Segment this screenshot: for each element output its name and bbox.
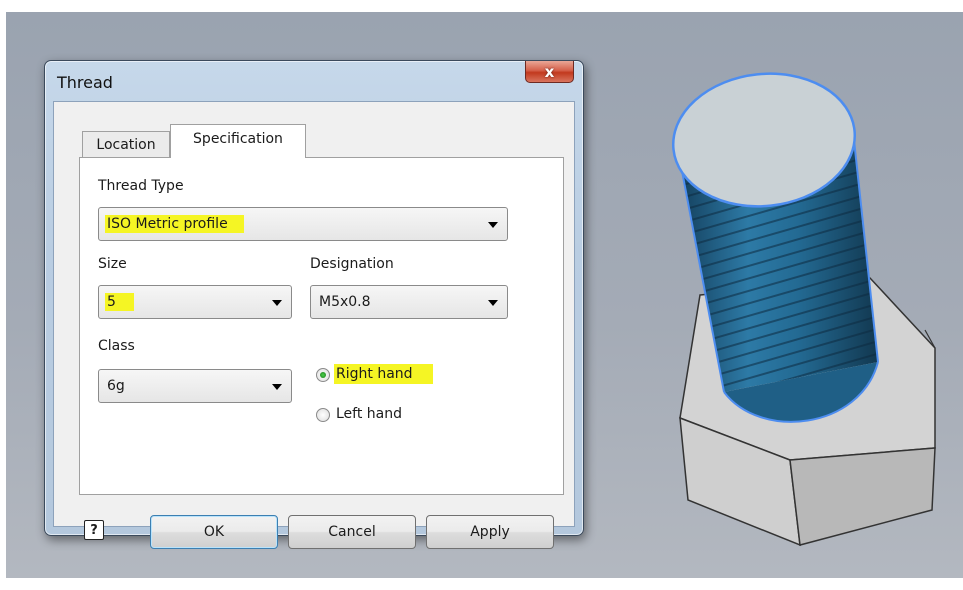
size-value: 5 xyxy=(105,293,134,311)
chevron-down-icon xyxy=(272,300,282,306)
specification-panel: Thread Type ISO Metric profile Size 5 De… xyxy=(79,157,564,495)
left-hand-radio[interactable] xyxy=(316,408,330,422)
help-button[interactable]: ? xyxy=(84,520,104,540)
dialog-client-area: Location Specification Thread Type ISO M… xyxy=(53,101,575,549)
close-button[interactable]: x xyxy=(525,61,574,83)
designation-value: M5x0.8 xyxy=(319,294,371,310)
chevron-down-icon xyxy=(488,300,498,306)
thread-type-label: Thread Type xyxy=(98,178,184,194)
left-hand-label[interactable]: Left hand xyxy=(336,406,402,422)
class-value: 6g xyxy=(107,378,125,394)
ok-button[interactable]: OK xyxy=(150,515,278,549)
cancel-button[interactable]: Cancel xyxy=(288,515,416,549)
tab-specification[interactable]: Specification xyxy=(170,124,306,158)
hex-head-side-front xyxy=(789,447,936,546)
dialog-title: Thread xyxy=(57,73,113,92)
tab-location[interactable]: Location xyxy=(82,131,170,157)
apply-button[interactable]: Apply xyxy=(426,515,554,549)
thread-type-value: ISO Metric profile xyxy=(105,215,244,233)
thread-type-select[interactable]: ISO Metric profile xyxy=(98,207,508,241)
right-hand-label[interactable]: Right hand xyxy=(334,364,433,384)
size-label: Size xyxy=(98,256,127,272)
designation-label: Designation xyxy=(310,256,394,272)
class-label: Class xyxy=(98,338,135,354)
size-select[interactable]: 5 xyxy=(98,285,292,319)
thread-dialog: Thread x Location Specification Thread T… xyxy=(44,60,584,549)
chevron-down-icon xyxy=(272,384,282,390)
chevron-down-icon xyxy=(488,222,498,228)
designation-select[interactable]: M5x0.8 xyxy=(310,285,508,319)
right-hand-radio[interactable] xyxy=(316,368,330,382)
class-select[interactable]: 6g xyxy=(98,369,292,403)
